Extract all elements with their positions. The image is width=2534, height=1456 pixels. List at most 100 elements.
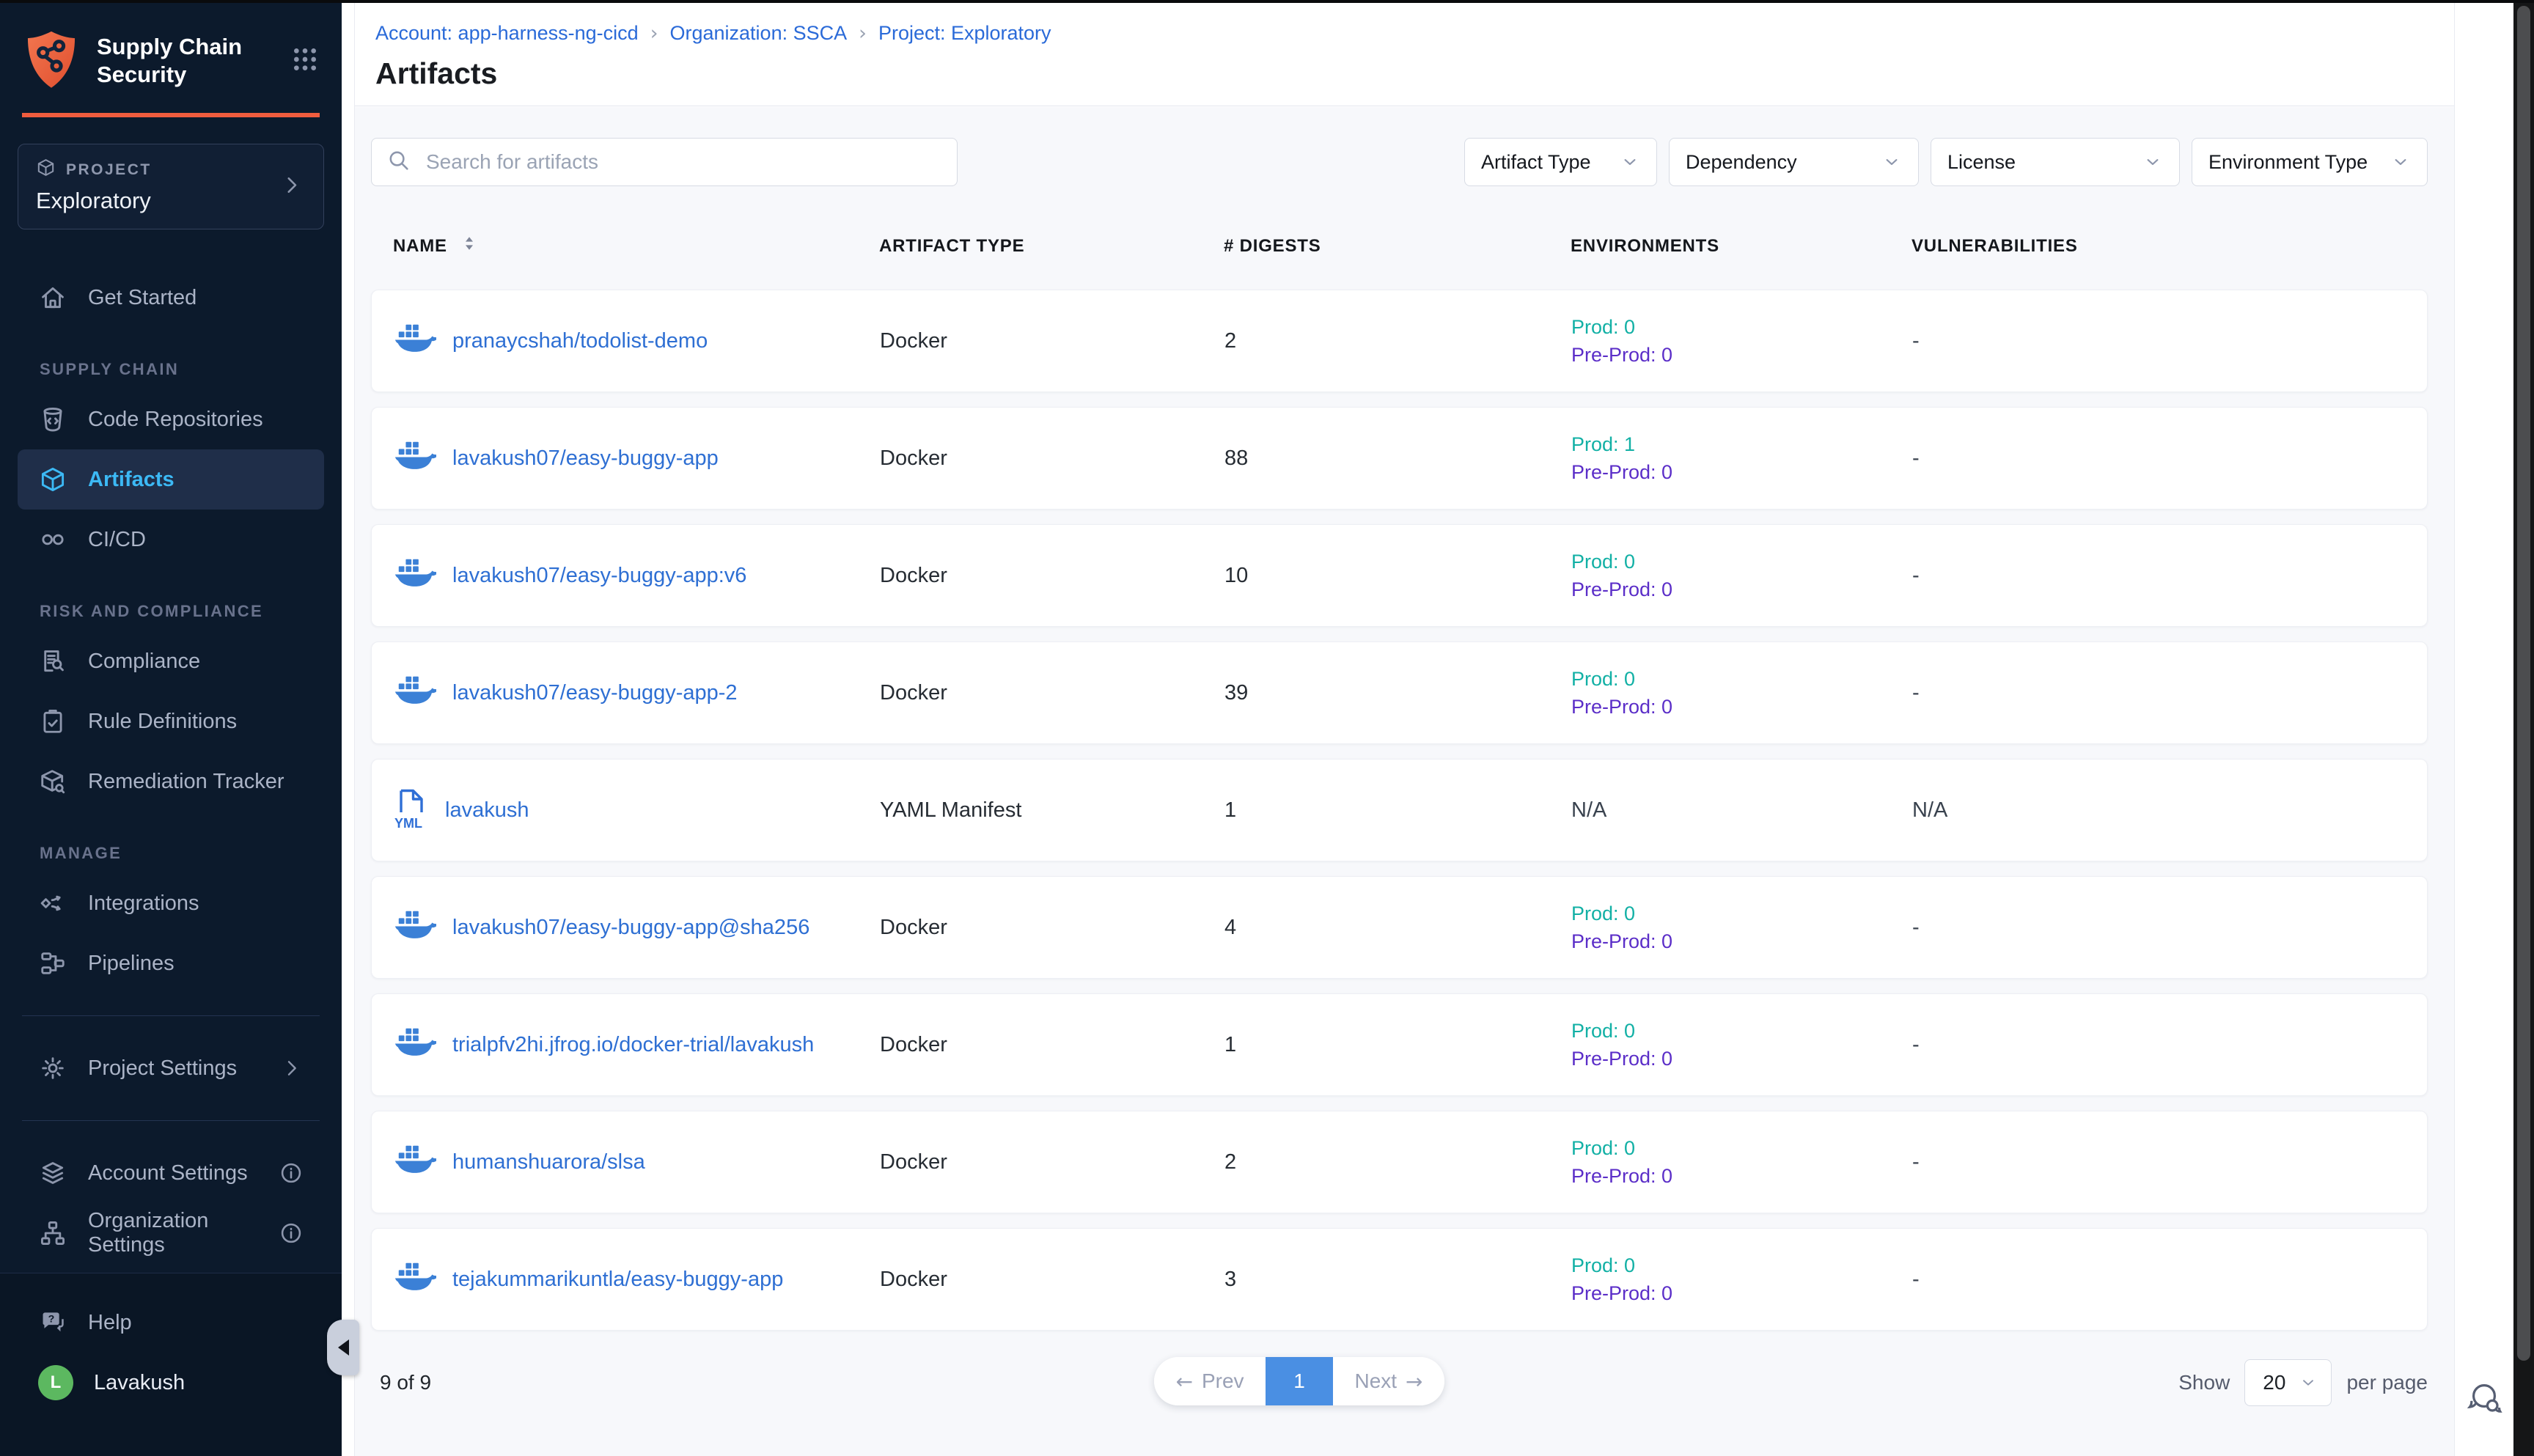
sidebar-item-project-settings[interactable]: Project Settings <box>18 1038 324 1098</box>
artifact-name-cell: humanshuarora/slsa <box>394 1143 880 1182</box>
sidebar-item-integrations[interactable]: Integrations <box>18 873 324 933</box>
artifact-name-link[interactable]: pranaycshah/todolist-demo <box>452 329 708 353</box>
environments-cell: Prod: 0Pre-Prod: 0 <box>1571 1017 1912 1073</box>
artifact-name-link[interactable]: tejakummarikuntla/easy-buggy-app <box>452 1268 783 1292</box>
sidebar-item-rule-definitions[interactable]: Rule Definitions <box>18 691 324 751</box>
scrollbar-track[interactable] <box>2513 0 2534 1456</box>
prod-env-link[interactable]: Prod: 1 <box>1571 430 1912 458</box>
sidebar-collapse-handle[interactable] <box>327 1320 359 1375</box>
preprod-env-link[interactable]: Pre-Prod: 0 <box>1571 693 1912 721</box>
scrollbar-thumb[interactable] <box>2517 6 2530 1361</box>
filter-dependency[interactable]: Dependency <box>1669 138 1919 186</box>
breadcrumb-link[interactable]: Organization: SSCA <box>670 22 848 45</box>
prod-env-link[interactable]: Prod: 0 <box>1571 1251 1912 1279</box>
docker-whale-icon <box>394 1143 436 1182</box>
sidebar-item-label: Project Settings <box>88 1056 237 1081</box>
preprod-env-link[interactable]: Pre-Prod: 0 <box>1571 576 1912 603</box>
sidebar-item-code-repositories[interactable]: Code Repositories <box>18 389 324 449</box>
next-page-button[interactable]: Next → <box>1333 1357 1444 1405</box>
table-row[interactable]: pranaycshah/todolist-demo Docker 2 Prod:… <box>371 290 2428 392</box>
preprod-env-link[interactable]: Pre-Prod: 0 <box>1571 341 1912 369</box>
docker-whale-icon <box>394 556 436 595</box>
breadcrumb-link[interactable]: Project: Exploratory <box>878 22 1051 45</box>
table-row[interactable]: lavakush07/easy-buggy-app@sha256 Docker … <box>371 876 2428 979</box>
current-page-button[interactable]: 1 <box>1266 1357 1333 1405</box>
artifact-name-link[interactable]: lavakush07/easy-buggy-app-2 <box>452 681 738 705</box>
info-icon[interactable] <box>279 1221 304 1246</box>
artifact-rows: pranaycshah/todolist-demo Docker 2 Prod:… <box>371 290 2428 1331</box>
chevron-down-icon <box>1620 152 1640 172</box>
pagination-bar: 9 of 9 ← Prev 1 Next → Show <box>371 1357 2428 1408</box>
artifact-type-cell: Docker <box>880 329 1224 353</box>
toolbar: Artifact TypeDependencyLicenseEnvironmen… <box>371 138 2428 186</box>
digests-cell: 10 <box>1224 564 1571 588</box>
sidebar-item-remediation-tracker[interactable]: Remediation Tracker <box>18 751 324 812</box>
prev-page-button[interactable]: ← Prev <box>1154 1357 1266 1405</box>
sidebar-item-organization-settings[interactable]: Organization Settings <box>18 1203 324 1263</box>
filter-license[interactable]: License <box>1931 138 2180 186</box>
sidebar-item-pipelines[interactable]: Pipelines <box>18 933 324 993</box>
prod-env-link[interactable]: Prod: 0 <box>1571 665 1912 693</box>
breadcrumb-link[interactable]: Account: app-harness-ng-cicd <box>375 22 639 45</box>
right-gutter <box>2454 0 2513 1456</box>
artifact-name-link[interactable]: humanshuarora/slsa <box>452 1150 645 1174</box>
support-chat-icon[interactable] <box>2465 1380 2503 1418</box>
prod-env-link[interactable]: Prod: 0 <box>1571 548 1912 576</box>
search-input[interactable] <box>425 150 942 174</box>
sidebar-item-get-started[interactable]: Get Started <box>18 268 324 328</box>
preprod-env-link[interactable]: Pre-Prod: 0 <box>1571 927 1912 955</box>
artifacts-page: Supply Chain Security PROJECT Explorator… <box>0 0 2534 1456</box>
table-row[interactable]: YML lavakush YAML Manifest 1 N/A N/A <box>371 759 2428 861</box>
sidebar-item-account-settings[interactable]: Account Settings <box>18 1143 324 1203</box>
main-panel: Account: app-harness-ng-cicd›Organizatio… <box>354 0 2454 1456</box>
artifact-type-cell: Docker <box>880 916 1224 940</box>
table-row[interactable]: lavakush07/easy-buggy-app:v6 Docker 10 P… <box>371 524 2428 627</box>
sort-arrows-icon[interactable] <box>459 233 480 259</box>
sidebar-item-compliance[interactable]: Compliance <box>18 631 324 691</box>
project-selector[interactable]: PROJECT Exploratory <box>18 144 324 229</box>
sidebar-divider <box>22 1015 320 1016</box>
artifact-name-link[interactable]: trialpfv2hi.jfrog.io/docker-trial/lavaku… <box>452 1033 814 1057</box>
column-header-environments: ENVIRONMENTS <box>1571 236 1911 257</box>
filter-artifact-type[interactable]: Artifact Type <box>1464 138 1657 186</box>
sidebar-item-label: Remediation Tracker <box>88 770 284 794</box>
table-row[interactable]: lavakush07/easy-buggy-app-2 Docker 39 Pr… <box>371 641 2428 744</box>
prod-env-link[interactable]: Prod: 0 <box>1571 313 1912 341</box>
svg-text:?: ? <box>48 1313 55 1325</box>
artifact-type-cell: Docker <box>880 1268 1224 1292</box>
prod-env-link[interactable]: Prod: 0 <box>1571 1017 1912 1045</box>
artifact-name-link[interactable]: lavakush07/easy-buggy-app@sha256 <box>452 916 809 940</box>
artifact-name-link[interactable]: lavakush <box>445 798 529 823</box>
table-row[interactable]: lavakush07/easy-buggy-app Docker 88 Prod… <box>371 407 2428 510</box>
preprod-env-link[interactable]: Pre-Prod: 0 <box>1571 1279 1912 1307</box>
preprod-env-link[interactable]: Pre-Prod: 0 <box>1571 458 1912 486</box>
sidebar-item-ci-cd[interactable]: CI/CD <box>18 510 324 570</box>
table-row[interactable]: trialpfv2hi.jfrog.io/docker-trial/lavaku… <box>371 993 2428 1096</box>
prod-env-link[interactable]: Prod: 0 <box>1571 1134 1912 1162</box>
info-icon[interactable] <box>279 1161 304 1185</box>
artifact-name-link[interactable]: lavakush07/easy-buggy-app:v6 <box>452 564 746 588</box>
home-icon <box>38 283 67 312</box>
artifact-type-cell: Docker <box>880 681 1224 705</box>
avatar: L <box>38 1365 73 1400</box>
prod-env-link[interactable]: Prod: 0 <box>1571 900 1912 927</box>
sidebar-item-label: Pipelines <box>88 952 175 976</box>
collapse-left-icon <box>338 1339 349 1356</box>
user-name: Lavakush <box>94 1371 185 1395</box>
user-menu[interactable]: L Lavakush <box>18 1353 324 1413</box>
filter-environment-type[interactable]: Environment Type <box>2192 138 2428 186</box>
module-grid-icon[interactable] <box>290 45 320 78</box>
sidebar-item-help[interactable]: ? Help <box>18 1293 324 1353</box>
preprod-env-link[interactable]: Pre-Prod: 0 <box>1571 1045 1912 1073</box>
sidebar-item-artifacts[interactable]: Artifacts <box>18 449 324 510</box>
preprod-env-link[interactable]: Pre-Prod: 0 <box>1571 1162 1912 1190</box>
table-row[interactable]: humanshuarora/slsa Docker 2 Prod: 0Pre-P… <box>371 1111 2428 1213</box>
chevron-down-icon <box>2390 152 2411 172</box>
artifact-name-cell: lavakush07/easy-buggy-app:v6 <box>394 556 880 595</box>
table-row[interactable]: tejakummarikuntla/easy-buggy-app Docker … <box>371 1228 2428 1331</box>
per-page-select[interactable]: 20 <box>2244 1359 2332 1406</box>
artifact-name-cell: pranaycshah/todolist-demo <box>394 322 880 361</box>
column-header-name[interactable]: NAME <box>393 233 879 259</box>
artifact-name-link[interactable]: lavakush07/easy-buggy-app <box>452 446 719 471</box>
app-title: Supply Chain Security <box>97 33 290 89</box>
